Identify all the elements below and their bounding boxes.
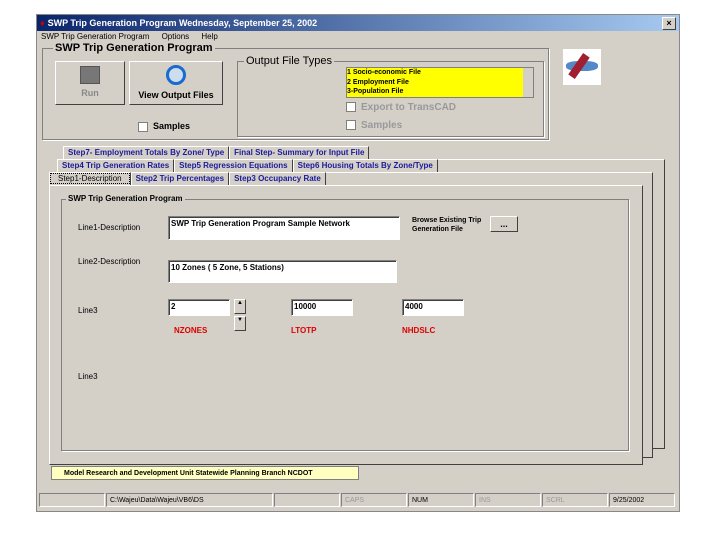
line2-input[interactable]: 10 Zones ( 5 Zone, 5 Stations)	[168, 260, 397, 283]
tab-step3[interactable]: Step3 Occupancy Rate	[229, 172, 326, 185]
status-panel	[39, 493, 105, 507]
description-group: SWP Trip Generation Program Line1-Descri…	[61, 194, 629, 451]
tab-step5[interactable]: Step5 Regression Equations	[174, 159, 293, 172]
output-group: Output File Types 1 Socio-economic File …	[237, 55, 544, 137]
ltotp-input[interactable]: 10000	[291, 299, 353, 316]
main-group-title: SWP Trip Generation Program	[53, 42, 215, 54]
run-icon	[80, 66, 100, 84]
spin-down-button[interactable]: ▼	[234, 316, 246, 331]
tab-step6[interactable]: Step6 Housing Totals By Zone/Type	[292, 159, 438, 172]
spin-up-button[interactable]: ▲	[234, 299, 246, 314]
menu-options[interactable]: Options	[162, 32, 190, 41]
tab-row-1: Step7- Employment Totals By Zone/ Type F…	[63, 146, 370, 159]
status-scrl: SCRL	[542, 493, 608, 507]
export-transcad-checkbox[interactable]: Export to TransCAD	[346, 102, 456, 113]
nzones-label: NZONES	[174, 326, 208, 335]
status-ins: INS	[475, 493, 541, 507]
line4-label: Line3	[78, 372, 98, 381]
status-path: C:\Wajeu\Data\Wajeu\VB6\DS	[106, 493, 273, 507]
close-button[interactable]: ×	[662, 17, 676, 30]
app-window: ♦ SWP Trip Generation Program Wednesday, …	[36, 14, 680, 512]
tab-step1[interactable]: Step1-Description	[49, 172, 131, 185]
status-num: NUM	[408, 493, 474, 507]
tab-step7[interactable]: Step7- Employment Totals By Zone/ Type	[63, 146, 230, 159]
tab-row-2: Step4 Trip Generation Rates Step5 Regres…	[57, 159, 438, 172]
title-bar: ♦ SWP Trip Generation Program Wednesday, …	[37, 15, 679, 31]
status-panel	[274, 493, 340, 507]
browse-label: Browse Existing Trip Generation File	[412, 217, 482, 233]
menu-bar: SWP Trip Generation Program Options Help	[41, 32, 228, 41]
tab-step4[interactable]: Step4 Trip Generation Rates	[57, 159, 175, 172]
status-date: 9/25/2002	[609, 493, 675, 507]
output-samples-checkbox[interactable]: Samples	[346, 120, 402, 131]
tab-final-step[interactable]: Final Step- Summary for Input File	[229, 146, 370, 159]
line2-label: Line2-Description	[78, 257, 141, 266]
line1-input[interactable]: SWP Trip Generation Program Sample Netwo…	[168, 216, 400, 240]
status-caps: CAPS	[341, 493, 407, 507]
footer-message: Model Research and Development Unit Stat…	[51, 466, 359, 480]
menu-program[interactable]: SWP Trip Generation Program	[41, 32, 149, 41]
line1-label: Line1-Description	[78, 223, 141, 232]
list-item[interactable]: 1 Socio-economic File	[347, 68, 533, 78]
tab-row-3: Step1-Description Step2 Trip Percentages…	[49, 172, 326, 185]
description-group-title: SWP Trip Generation Program	[66, 194, 185, 203]
list-item[interactable]: 2 Employment File	[347, 78, 533, 88]
nhdslc-label: NHDSLC	[402, 326, 436, 335]
nzones-input[interactable]: 2	[168, 299, 230, 316]
view-output-files-button[interactable]: View Output Files	[129, 61, 223, 105]
menu-help[interactable]: Help	[201, 32, 217, 41]
app-icon: ♦	[40, 18, 45, 28]
magnifier-icon	[166, 65, 186, 85]
line3-label: Line3	[78, 306, 98, 315]
run-button[interactable]: Run	[55, 61, 125, 105]
list-item[interactable]: 3-Population File	[347, 87, 533, 97]
window-title: SWP Trip Generation Program Wednesday, S…	[47, 18, 318, 28]
output-file-list[interactable]: 1 Socio-economic File 2 Employment File …	[346, 67, 534, 98]
list-scrollbar[interactable]	[523, 68, 533, 97]
browse-button[interactable]: ...	[490, 216, 518, 232]
output-group-title: Output File Types	[244, 55, 335, 67]
tab-step2[interactable]: Step2 Trip Percentages	[130, 172, 230, 185]
ncdot-logo	[563, 49, 601, 85]
samples-checkbox[interactable]: Samples	[138, 121, 190, 132]
nhdslc-input[interactable]: 4000	[402, 299, 464, 316]
ltotp-label: LTOTP	[291, 326, 317, 335]
